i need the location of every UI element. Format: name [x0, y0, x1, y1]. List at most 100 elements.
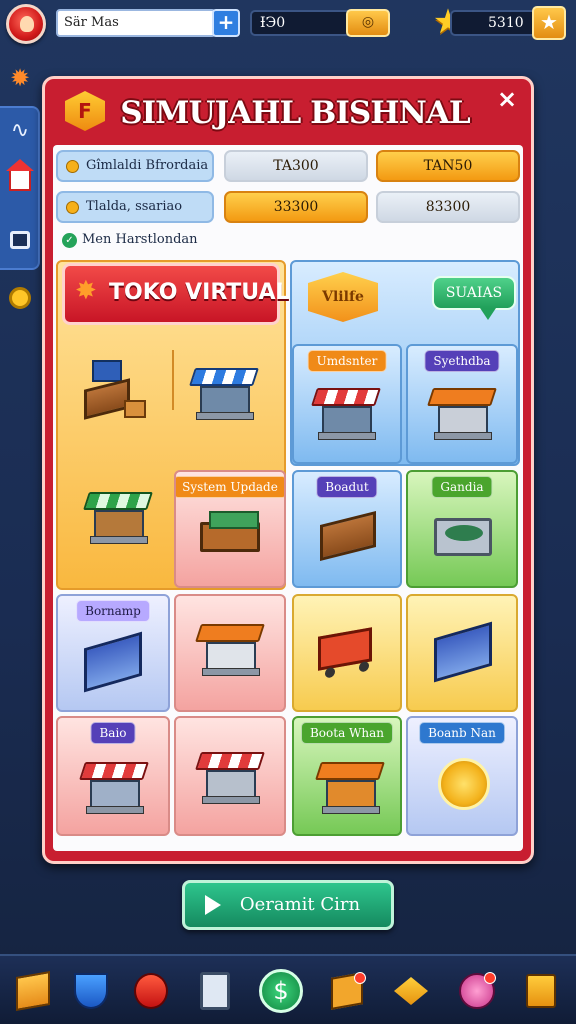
- stall-roof: [195, 624, 265, 642]
- stall-base: [86, 806, 144, 814]
- crate-icon: [124, 400, 146, 418]
- nav-shield-icon[interactable]: [66, 966, 116, 1016]
- cart-object: [318, 627, 372, 671]
- tile-awning[interactable]: [174, 716, 286, 836]
- tile-market-pink[interactable]: [174, 594, 286, 712]
- link-icon[interactable]: ∿: [0, 110, 40, 150]
- tile-label: Boota Whan: [300, 722, 394, 744]
- billboard-object: [84, 631, 142, 693]
- shop-stand-object[interactable]: [84, 360, 154, 430]
- stall-body: [438, 406, 488, 434]
- stall-object: [427, 380, 497, 442]
- sunias-bubble[interactable]: SUAIAS: [432, 276, 516, 320]
- nav-pink-icon[interactable]: [452, 966, 502, 1016]
- tile-system-update[interactable]: System Updade: [174, 470, 286, 588]
- stall-object: [195, 616, 265, 678]
- coin-dot-icon: [66, 160, 79, 173]
- bottom-nav: $: [0, 954, 576, 1024]
- stall-roof: [427, 388, 497, 406]
- tile-label: Boadut: [316, 476, 378, 498]
- green-stall-object[interactable]: [83, 484, 153, 546]
- nav-red-shield-icon[interactable]: [126, 966, 176, 1016]
- tile-billboard[interactable]: [406, 594, 518, 712]
- stall-roof: [79, 762, 149, 780]
- tile-gandia[interactable]: Gandia: [406, 470, 518, 588]
- nav-crate-icon[interactable]: [322, 966, 372, 1016]
- stall-body: [206, 770, 256, 798]
- coin-dot-icon: [66, 201, 79, 214]
- add-button[interactable]: +: [212, 9, 240, 37]
- stall-body: [94, 510, 144, 538]
- check-icon: ✓: [62, 233, 77, 248]
- top-bar: Sär Mas + ƗЭ0 ◎ ★ 5310 ★: [0, 0, 576, 50]
- coin-value: ƗЭ0: [260, 15, 286, 31]
- stall-roof: [189, 368, 259, 386]
- tile-label: Boanb Nan: [419, 722, 505, 744]
- gear-icon[interactable]: ✹: [0, 58, 40, 98]
- nav-center-icon[interactable]: $: [256, 966, 306, 1016]
- stall-roof: [311, 388, 381, 406]
- open-store-button[interactable]: Oeramit Cirn: [182, 880, 394, 930]
- stall-body: [200, 386, 250, 414]
- search-input[interactable]: Sär Mas: [56, 9, 216, 37]
- wood-box-object: [320, 511, 376, 561]
- nav-box-icon[interactable]: [8, 966, 58, 1016]
- burst-icon: ✸: [75, 276, 97, 306]
- stall-body: [90, 780, 140, 808]
- stall-base: [322, 806, 380, 814]
- stall-base: [434, 432, 492, 440]
- nav-list-icon[interactable]: [516, 966, 566, 1016]
- stall-roof: [315, 762, 385, 780]
- logo-icon: F: [65, 91, 105, 131]
- stall-base: [202, 668, 260, 676]
- kiosk-object: [315, 754, 385, 816]
- nav-chevron-icon[interactable]: [386, 966, 436, 1016]
- player-avatar[interactable]: [6, 4, 46, 44]
- tile-baio[interactable]: Baio: [56, 716, 170, 836]
- stat-value-2a[interactable]: 33300: [224, 191, 368, 223]
- notification-badge: [354, 972, 366, 984]
- market-stall-object[interactable]: [189, 360, 259, 422]
- star-value: 5310: [488, 15, 524, 31]
- stat-value-1b[interactable]: TAN50: [376, 150, 520, 182]
- toko-virtual-banner: ✸ TOKO VIRTUAL: [62, 263, 290, 325]
- tile-boadut[interactable]: Boadut: [292, 470, 402, 588]
- tile-syethdba[interactable]: Syethdba: [406, 344, 518, 464]
- stall-base: [196, 412, 254, 420]
- play-icon: [205, 895, 221, 915]
- coin-icon[interactable]: ◎: [346, 9, 390, 37]
- stat-label-2: Tlalda, ssariao: [56, 191, 214, 223]
- house-icon[interactable]: [0, 159, 40, 200]
- tile-label: System Updade: [176, 476, 284, 498]
- tile-label: Umdsnter: [307, 350, 387, 372]
- tile-boota-whan[interactable]: Boota Whan: [292, 716, 402, 836]
- star-shop-button[interactable]: ★: [532, 6, 566, 40]
- stall-object: [195, 744, 265, 806]
- close-button[interactable]: ×: [493, 85, 521, 113]
- stall-roof: [195, 752, 265, 770]
- tile-label: Baio: [90, 722, 136, 744]
- nav-card-icon[interactable]: [190, 966, 240, 1016]
- stall-object: [79, 754, 149, 816]
- status-check: ✓ Men Harstlondan: [62, 230, 198, 250]
- desk-object: [200, 511, 260, 552]
- tile-umdsnter[interactable]: Umdsnter: [292, 344, 402, 464]
- stat-value-1a[interactable]: TA300: [224, 150, 368, 182]
- inventory-icon[interactable]: [0, 220, 40, 260]
- stall-body: [206, 642, 256, 670]
- tile-cart[interactable]: [292, 594, 402, 712]
- coin-counter: ƗЭ0 ◎: [250, 9, 390, 37]
- stall-body: [322, 406, 372, 434]
- tile-label: Gandia: [431, 476, 493, 498]
- tile-boanb-nan[interactable]: Boanb Nan: [406, 716, 518, 836]
- stall-base: [318, 432, 376, 440]
- stall-base: [202, 796, 260, 804]
- stat-value-2b[interactable]: 83300: [376, 191, 520, 223]
- sink-object: [434, 518, 492, 556]
- panel-title: SIMUJAHL BISHNAL: [120, 95, 470, 131]
- tile-label: Syethdba: [424, 350, 500, 372]
- coin-rail-icon[interactable]: [0, 278, 40, 318]
- tile-bornamp[interactable]: Bornamp: [56, 594, 170, 712]
- gold-medal-icon: [438, 758, 490, 810]
- stat-label-1: Gîmlaldi Bfrordaia: [56, 150, 214, 182]
